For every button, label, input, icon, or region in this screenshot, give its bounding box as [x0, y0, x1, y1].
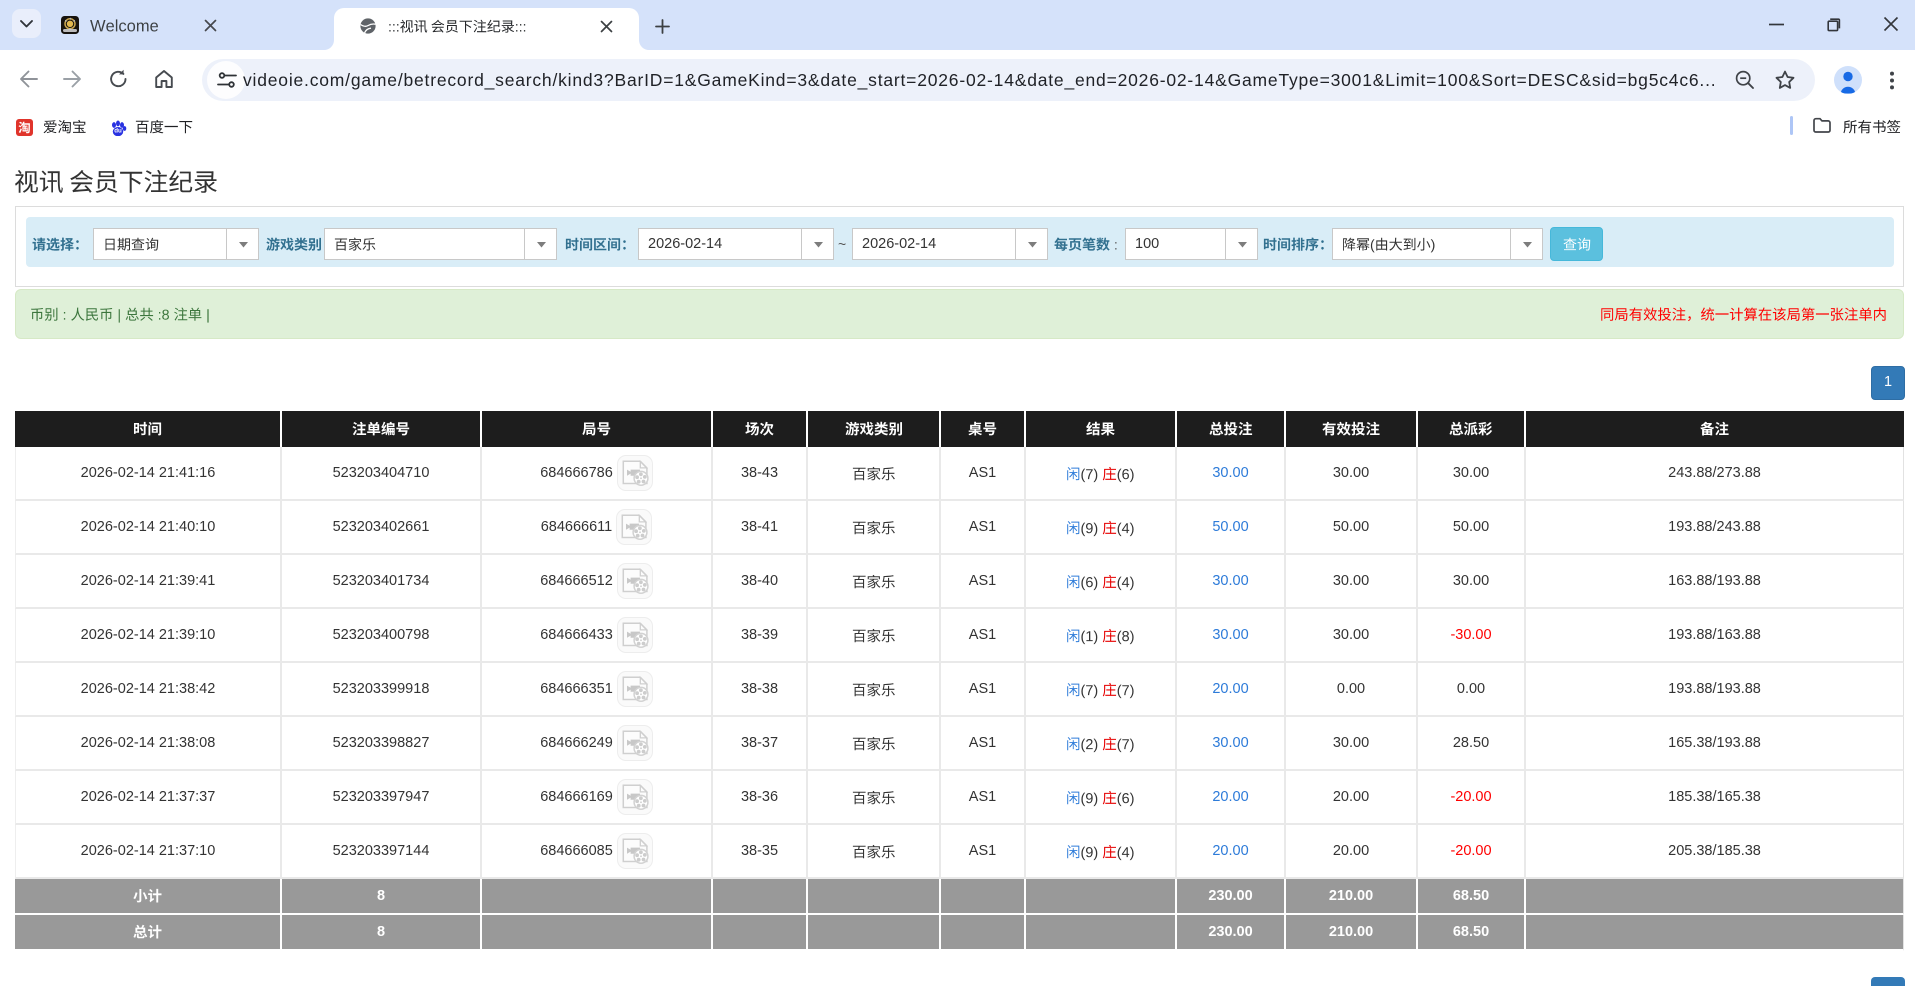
- svg-text:du: du: [114, 128, 122, 135]
